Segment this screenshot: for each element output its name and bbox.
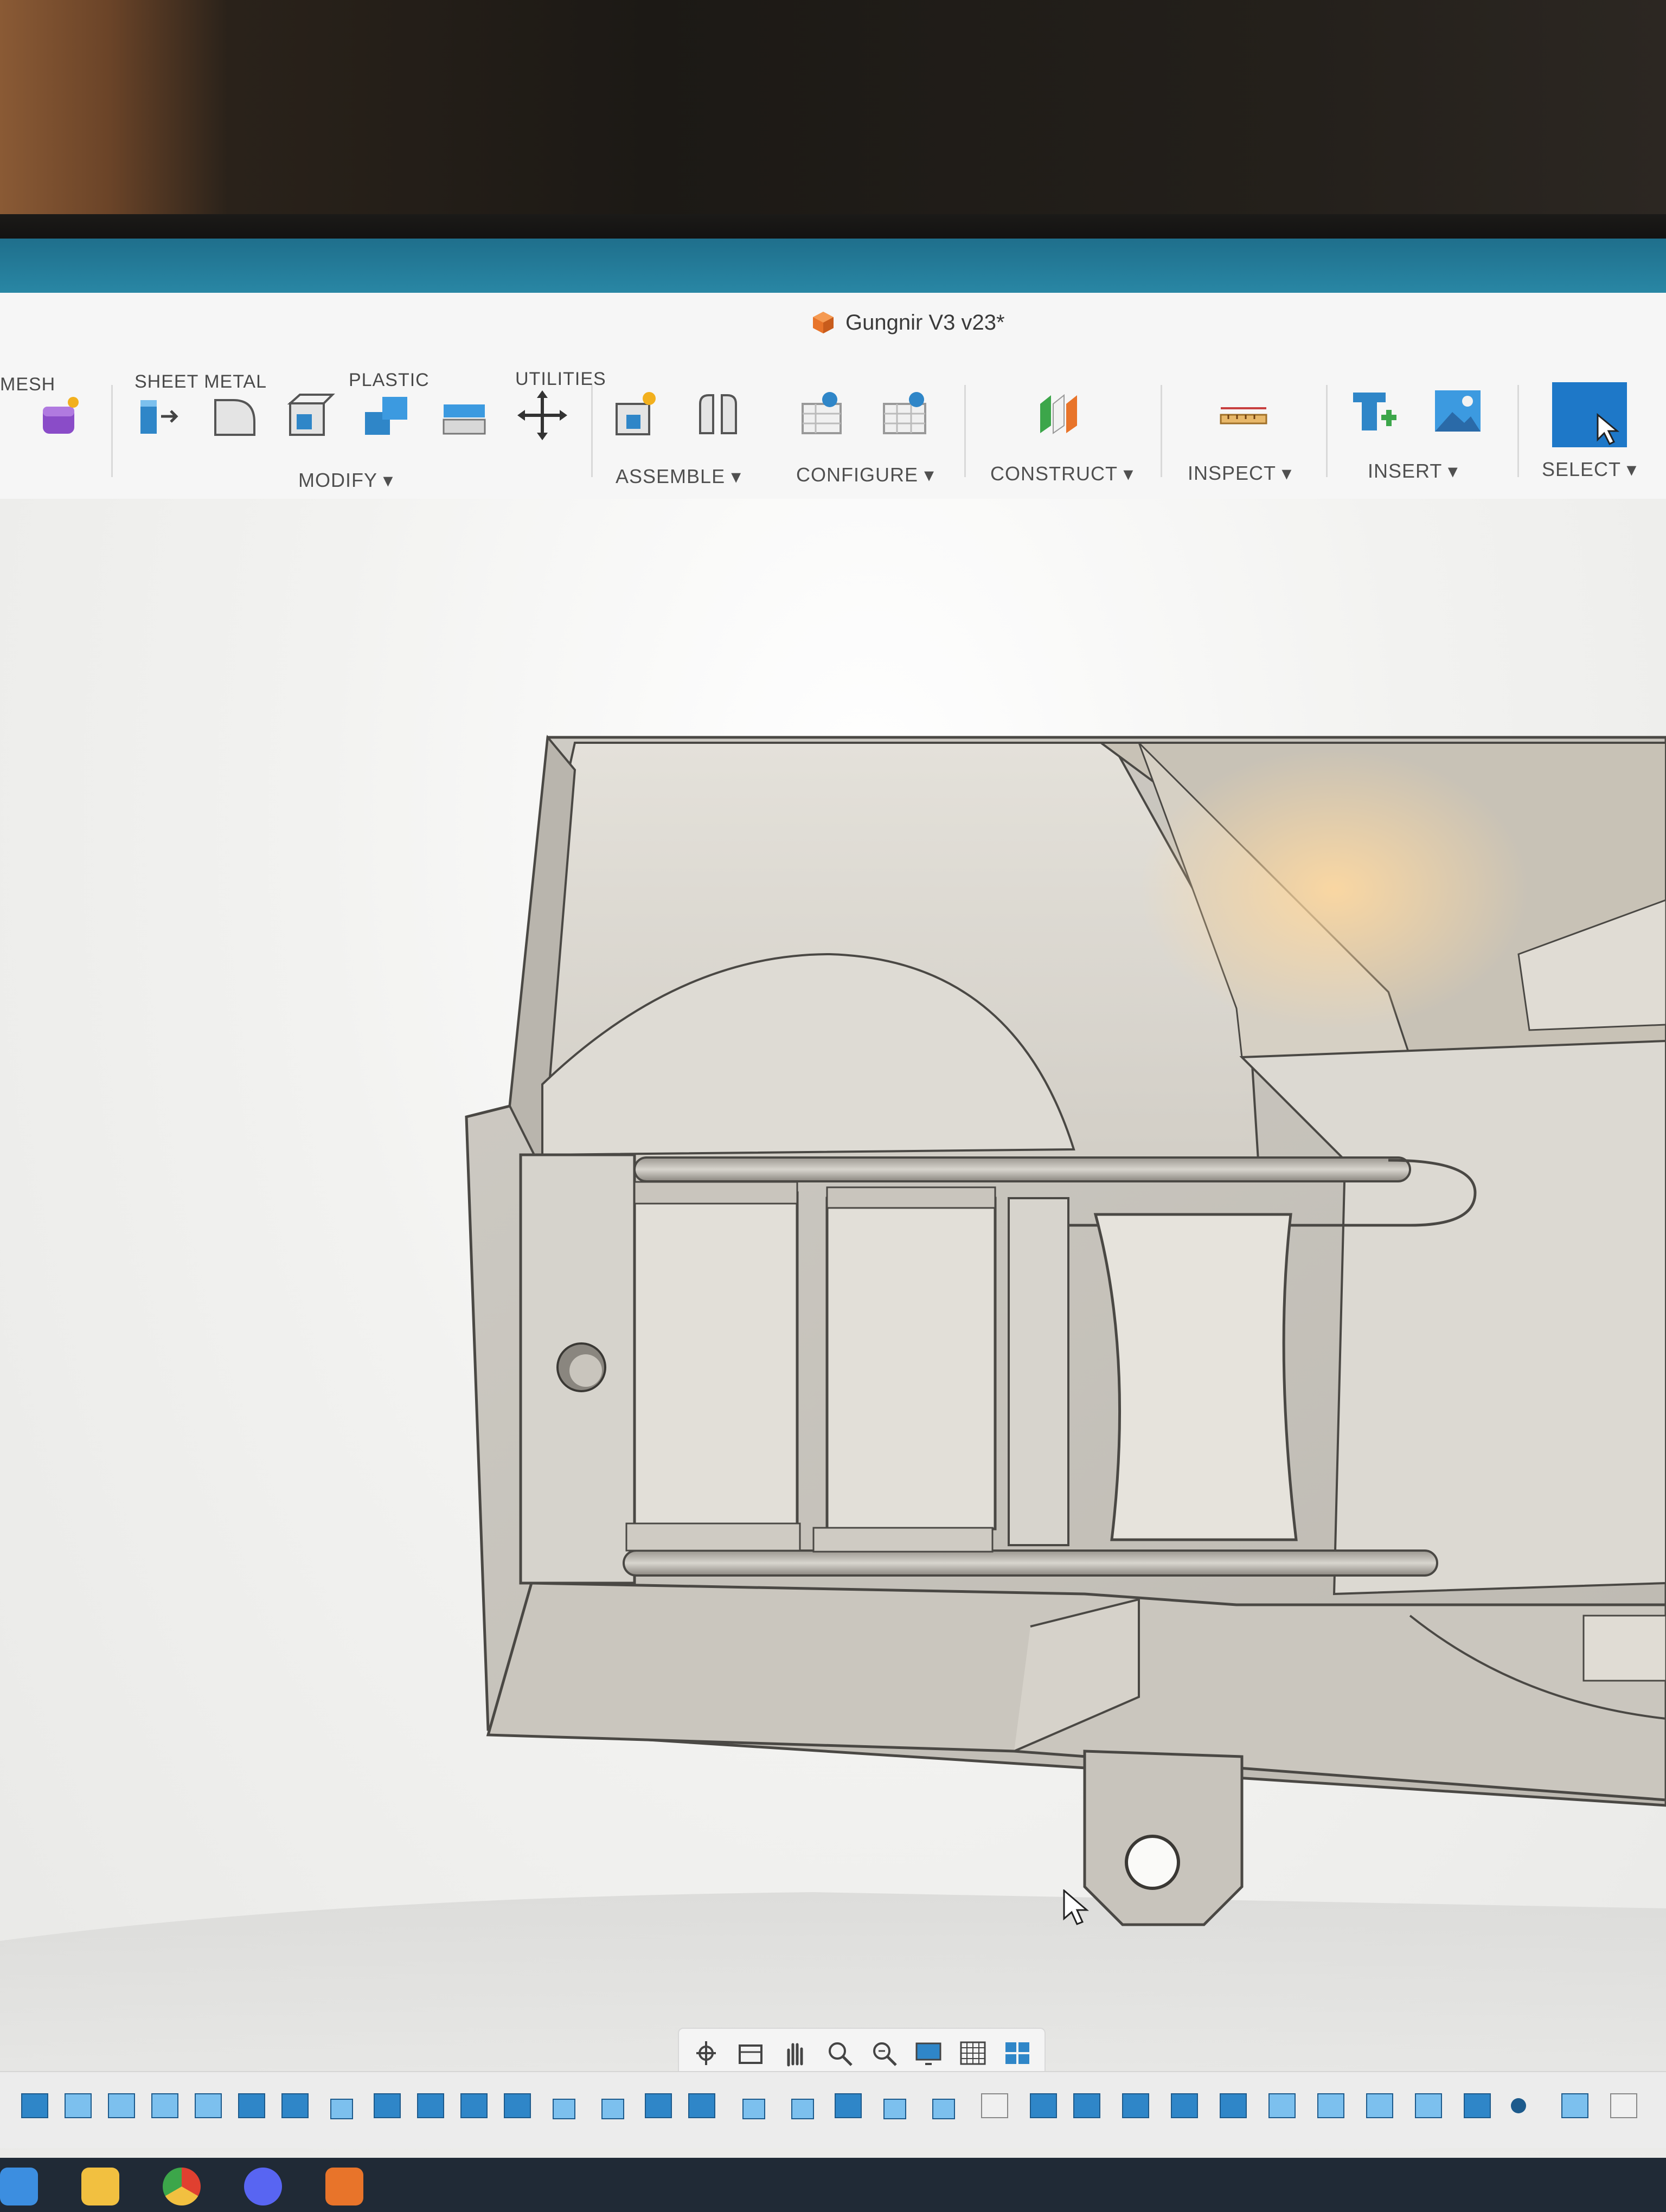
application-window: Gungnir V3 v23* MESH SHEET METAL PLASTIC…: [0, 239, 1666, 2212]
document-title: Gungnir V3 v23*: [811, 306, 1005, 339]
select-icon[interactable]: [1552, 382, 1627, 447]
canvas-viewport[interactable]: [0, 499, 1666, 2212]
insert-derive-icon[interactable]: [1348, 385, 1400, 437]
toolbar-separator: [1161, 385, 1162, 477]
timeline-features[interactable]: [0, 2072, 1666, 2148]
file-explorer-icon[interactable]: [81, 2168, 119, 2205]
look-at-icon[interactable]: [734, 2037, 767, 2069]
grid-icon[interactable]: [957, 2037, 989, 2069]
offset-plane-icon[interactable]: [1035, 388, 1087, 440]
pan-icon[interactable]: [779, 2037, 811, 2069]
fillet-icon[interactable]: [209, 389, 261, 441]
tab-plastic[interactable]: PLASTIC: [349, 370, 430, 391]
joint-icon[interactable]: [691, 388, 744, 440]
toolbar-separator: [591, 385, 593, 477]
3d-model[interactable]: [0, 499, 1666, 2212]
combine-icon[interactable]: [361, 389, 413, 441]
press-pull-icon[interactable]: [133, 389, 185, 441]
chrome-icon[interactable]: [163, 2168, 201, 2205]
create-form-icon[interactable]: [0, 396, 36, 448]
start-icon[interactable]: [0, 2168, 38, 2205]
document-title-text: Gungnir V3 v23*: [845, 310, 1005, 335]
assemble-menu[interactable]: ASSEMBLE ▾: [616, 465, 741, 488]
replace-face-icon[interactable]: [438, 389, 490, 441]
select-menu[interactable]: SELECT ▾: [1542, 458, 1637, 481]
construct-menu[interactable]: CONSTRUCT ▾: [990, 462, 1133, 485]
insert-canvas-icon[interactable]: [1432, 385, 1484, 437]
discord-icon[interactable]: [244, 2168, 282, 2205]
toolbar-separator: [1517, 385, 1519, 477]
viewports-icon[interactable]: [1001, 2037, 1034, 2069]
fit-icon[interactable]: [868, 2037, 900, 2069]
create-form-icon[interactable]: [35, 390, 87, 442]
timeline-bar[interactable]: [0, 2071, 1666, 2148]
toolbar-separator: [111, 385, 113, 477]
insert-menu[interactable]: INSERT ▾: [1368, 460, 1458, 483]
configure-table-icon[interactable]: [797, 388, 849, 440]
os-taskbar: [0, 2158, 1666, 2212]
toolbar-separator: [1326, 385, 1328, 477]
orbit-icon[interactable]: [690, 2037, 722, 2069]
room-background: [0, 0, 1666, 249]
fusion-icon[interactable]: [325, 2168, 363, 2205]
zoom-icon[interactable]: [823, 2037, 856, 2069]
move-icon[interactable]: [516, 389, 568, 441]
modify-menu[interactable]: MODIFY ▾: [298, 469, 393, 492]
toolbar-separator: [964, 385, 966, 477]
new-component-icon[interactable]: [610, 388, 662, 440]
document-cube-icon: [813, 312, 834, 333]
mouse-cursor-icon: [1063, 1889, 1089, 1925]
shell-icon[interactable]: [285, 389, 337, 441]
measure-icon[interactable]: [1218, 388, 1270, 440]
configure-menu[interactable]: CONFIGURE ▾: [796, 464, 934, 486]
window-accent-bar: [0, 239, 1666, 301]
configure-rule-icon[interactable]: [879, 388, 931, 440]
display-settings-icon[interactable]: [912, 2037, 945, 2069]
inspect-menu[interactable]: INSPECT ▾: [1188, 462, 1292, 485]
